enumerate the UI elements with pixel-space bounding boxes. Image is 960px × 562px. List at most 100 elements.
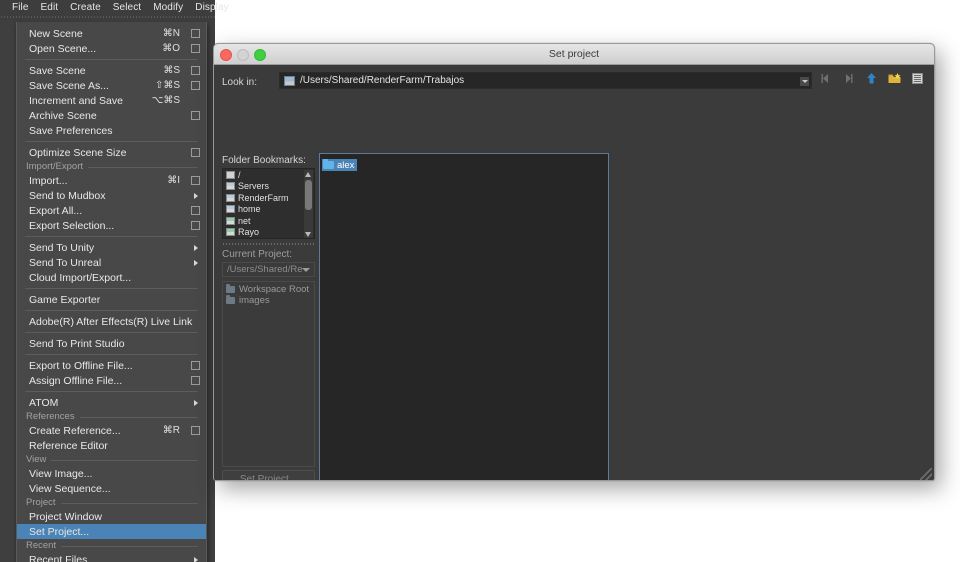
bookmark-item[interactable]: RenderFarm bbox=[223, 192, 314, 204]
menu-item-atom[interactable]: ATOM bbox=[17, 395, 206, 410]
option-box-icon[interactable] bbox=[191, 66, 200, 75]
set-project-button[interactable]: Set Project... bbox=[222, 470, 315, 480]
menu-item-send-to-mudbox[interactable]: Send to Mudbox bbox=[17, 188, 206, 203]
menu-item-set-project[interactable]: Set Project... bbox=[17, 524, 206, 539]
workspace-list[interactable]: Workspace Root images bbox=[222, 281, 315, 467]
look-in-label: Look in: bbox=[222, 77, 258, 88]
menu-item-open-scene[interactable]: Open Scene... ⌘O bbox=[17, 41, 206, 56]
menu-item-shortcut: ⌘O bbox=[162, 43, 180, 54]
menu-item-save-preferences[interactable]: Save Preferences bbox=[17, 123, 206, 138]
menu-separator bbox=[25, 141, 198, 142]
file-menu-dropdown[interactable]: New Scene ⌘N Open Scene... ⌘O Save Scene ⌘S Sa… bbox=[16, 22, 207, 562]
menu-item-shortcut: ⌘I bbox=[167, 175, 180, 186]
list-view-icon[interactable] bbox=[910, 71, 925, 86]
menu-separator bbox=[25, 59, 198, 60]
bookmarks-resize-grip[interactable] bbox=[222, 241, 315, 246]
bookmark-item[interactable]: net bbox=[223, 215, 314, 227]
menubar-item-select[interactable]: Select bbox=[107, 2, 147, 13]
menu-item-send-to-unity[interactable]: Send To Unity bbox=[17, 240, 206, 255]
menu-item-send-to-unreal[interactable]: Send To Unreal bbox=[17, 255, 206, 270]
window-controls[interactable] bbox=[220, 49, 266, 61]
file-browser-list[interactable]: alex bbox=[319, 153, 609, 480]
menu-item-new-scene[interactable]: New Scene ⌘N bbox=[17, 26, 206, 41]
menu-item-label: Send to Mudbox bbox=[29, 189, 106, 202]
scrollbar-thumb[interactable] bbox=[305, 180, 312, 210]
bookmark-item[interactable]: / bbox=[223, 169, 314, 181]
bookmark-label: Rayo bbox=[238, 227, 260, 238]
menu-separator bbox=[25, 354, 198, 355]
menu-item-increment-and-save[interactable]: Increment and Save ⌥⌘S bbox=[17, 93, 206, 108]
current-project-combo[interactable]: /Users/Shared/Re bbox=[222, 262, 315, 277]
menu-item-cloud-import-export[interactable]: Cloud Import/Export... bbox=[17, 270, 206, 285]
look-in-path-field[interactable]: /Users/Shared/RenderFarm/Trabajos bbox=[279, 72, 812, 89]
menu-item-export-selection[interactable]: Export Selection... bbox=[17, 218, 206, 233]
menu-separator bbox=[25, 288, 198, 289]
scroll-down-icon[interactable] bbox=[305, 232, 311, 237]
new-folder-icon[interactable] bbox=[887, 71, 902, 86]
group-header-label: View bbox=[26, 454, 52, 465]
menu-item-reference-editor[interactable]: Reference Editor bbox=[17, 438, 206, 453]
menu-item-view-sequence[interactable]: View Sequence... bbox=[17, 481, 206, 496]
menu-item-import[interactable]: Import... ⌘I bbox=[17, 173, 206, 188]
scroll-up-icon[interactable] bbox=[305, 172, 311, 177]
chevron-down-icon[interactable] bbox=[302, 267, 310, 272]
menu-item-create-reference[interactable]: Create Reference... ⌘R bbox=[17, 423, 206, 438]
option-box-icon[interactable] bbox=[191, 44, 200, 53]
option-box-icon[interactable] bbox=[191, 176, 200, 185]
option-box-icon[interactable] bbox=[191, 29, 200, 38]
option-box-icon[interactable] bbox=[191, 206, 200, 215]
workspace-item[interactable]: images bbox=[223, 295, 314, 306]
menubar-item-display[interactable]: Display bbox=[189, 2, 235, 13]
bookmark-item[interactable]: 688AD566-48... bbox=[223, 238, 314, 239]
menu-item-recent-files[interactable]: Recent Files bbox=[17, 552, 206, 562]
menu-item-export-all[interactable]: Export All... bbox=[17, 203, 206, 218]
zoom-button-icon[interactable] bbox=[254, 49, 266, 61]
minimize-button-icon[interactable] bbox=[237, 49, 249, 61]
menu-item-assign-offline-file[interactable]: Assign Offline File... bbox=[17, 373, 206, 388]
bookmark-item[interactable]: Rayo bbox=[223, 227, 314, 239]
menubar-item-file[interactable]: File bbox=[6, 2, 35, 13]
parent-directory-icon[interactable] bbox=[864, 71, 879, 86]
menubar-item-modify[interactable]: Modify bbox=[147, 2, 189, 13]
menu-item-label: Optimize Scene Size bbox=[29, 146, 127, 159]
menubar-item-w[interactable]: W bbox=[235, 2, 241, 13]
bookmarks-scrollbar[interactable] bbox=[304, 170, 313, 238]
menu-item-optimize-scene-size[interactable]: Optimize Scene Size bbox=[17, 145, 206, 160]
option-box-icon[interactable] bbox=[191, 376, 200, 385]
file-list-item[interactable]: alex bbox=[322, 158, 358, 171]
option-box-icon[interactable] bbox=[191, 361, 200, 370]
menu-item-save-scene-as[interactable]: Save Scene As... ⇧⌘S bbox=[17, 78, 206, 93]
folder-bookmarks-list[interactable]: /ServersRenderFarmhomenetRayo688AD566-48… bbox=[222, 168, 315, 239]
menu-item-project-window[interactable]: Project Window bbox=[17, 509, 206, 524]
menu-item-adobe-r-after-effects-r-live-link[interactable]: Adobe(R) After Effects(R) Live Link bbox=[17, 314, 206, 329]
window-resize-grip[interactable] bbox=[920, 468, 932, 480]
drive-icon bbox=[284, 75, 295, 86]
set-project-dialog: Set project Look in: /Users/Shared/Rende… bbox=[213, 43, 935, 481]
menu-item-save-scene[interactable]: Save Scene ⌘S bbox=[17, 63, 206, 78]
chevron-down-icon[interactable] bbox=[800, 77, 809, 86]
forward-icon[interactable] bbox=[841, 71, 856, 86]
detail-view-icon[interactable] bbox=[933, 71, 934, 86]
menu-item-shortcut: ⌘N bbox=[162, 28, 180, 39]
option-box-icon[interactable] bbox=[191, 148, 200, 157]
menu-item-archive-scene[interactable]: Archive Scene bbox=[17, 108, 206, 123]
bookmark-item[interactable]: Servers bbox=[223, 181, 314, 193]
menu-item-export-to-offline-file[interactable]: Export to Offline File... bbox=[17, 358, 206, 373]
option-box-icon[interactable] bbox=[191, 221, 200, 230]
menubar-item-create[interactable]: Create bbox=[64, 2, 107, 13]
menu-item-game-exporter[interactable]: Game Exporter bbox=[17, 292, 206, 307]
bookmark-item[interactable]: home bbox=[223, 204, 314, 216]
folder-icon bbox=[226, 284, 235, 293]
dialog-titlebar[interactable]: Set project bbox=[214, 44, 934, 65]
option-box-icon[interactable] bbox=[191, 426, 200, 435]
menu-item-label: Send To Unreal bbox=[29, 256, 102, 269]
workspace-item[interactable]: Workspace Root bbox=[223, 284, 314, 295]
option-box-icon[interactable] bbox=[191, 111, 200, 120]
option-box-icon[interactable] bbox=[191, 81, 200, 90]
menu-item-send-to-print-studio[interactable]: Send To Print Studio bbox=[17, 336, 206, 351]
menubar-item-edit[interactable]: Edit bbox=[35, 2, 65, 13]
menu-item-view-image[interactable]: View Image... bbox=[17, 466, 206, 481]
menu-item-label: Game Exporter bbox=[29, 293, 101, 306]
close-button-icon[interactable] bbox=[220, 49, 232, 61]
back-icon[interactable] bbox=[818, 71, 833, 86]
